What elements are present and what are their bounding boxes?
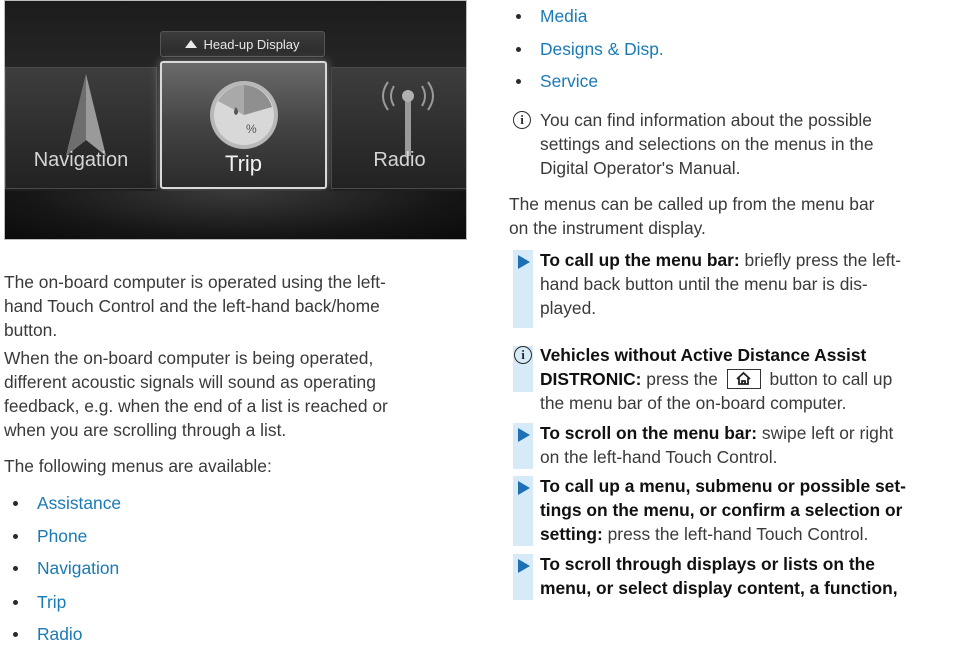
screen-floor-reflection: [5, 191, 466, 239]
step-marker: [513, 476, 533, 546]
menu-link-trip[interactable]: Trip: [12, 590, 66, 614]
step-arrow-icon: [518, 559, 530, 573]
step-scroll-menu-bar: To scroll on the menu bar: swipe left or…: [540, 423, 894, 467]
step-call-menu-bar: To call up the menu bar: briefly press t…: [540, 250, 902, 318]
step-arrow-icon: [518, 481, 530, 495]
tile-trip-label: Trip: [224, 151, 263, 176]
right-column: Media Designs & Disp. Service i You can …: [509, 0, 967, 644]
menu-link-radio[interactable]: Radio: [12, 622, 82, 646]
tile-trip[interactable]: % Trip: [160, 61, 327, 189]
tile-navigation[interactable]: Navigation: [5, 67, 157, 189]
tile-radio[interactable]: Radio: [331, 67, 466, 189]
menu-link-navigation[interactable]: Navigation: [12, 556, 119, 580]
menu-link-designs[interactable]: Designs & Disp.: [516, 37, 664, 61]
intro-paragraph: The on-board computer is operated using …: [4, 272, 386, 340]
step-marker: [513, 250, 533, 328]
menu-link-phone[interactable]: Phone: [12, 524, 87, 548]
step-marker: [513, 554, 533, 600]
step-call-menu: To call up a menu, submenu or possible s…: [540, 476, 906, 544]
menus-intro: The following menus are available:: [4, 456, 272, 476]
menu-link-service[interactable]: Service: [516, 69, 598, 93]
home-button-icon: [726, 369, 761, 389]
menu-link-assistance[interactable]: Assistance: [12, 491, 121, 515]
step-marker: [513, 423, 533, 469]
info-manual-note: You can find information about the possi…: [540, 110, 874, 178]
acoustic-paragraph: When the on-board computer is being oper…: [4, 348, 388, 440]
triangle-up-icon: [185, 40, 198, 48]
info-distronic-note: Vehicles without Active Distance Assist …: [540, 345, 893, 413]
trip-pct-glyph: %: [246, 122, 257, 136]
info-icon: i: [514, 346, 532, 364]
step-arrow-icon: [518, 428, 530, 442]
menu-link-media[interactable]: Media: [515, 4, 587, 28]
tile-navigation-label: Navigation: [33, 149, 129, 171]
head-unit-screenshot: Head-up Display Navigation % Trip Radio: [4, 0, 467, 240]
step-arrow-icon: [518, 255, 530, 269]
tile-radio-label: Radio: [373, 149, 426, 171]
hud-label: Head-up Display: [203, 36, 300, 52]
info-icon: i: [513, 111, 531, 129]
step-scroll-displays: To scroll through displays or lists on t…: [540, 554, 898, 598]
menu-bar-paragraph: The menus can be called up from the menu…: [509, 194, 875, 238]
head-up-display-bar[interactable]: Head-up Display: [160, 31, 325, 57]
left-column: Head-up Display Navigation % Trip Radio …: [0, 0, 470, 644]
